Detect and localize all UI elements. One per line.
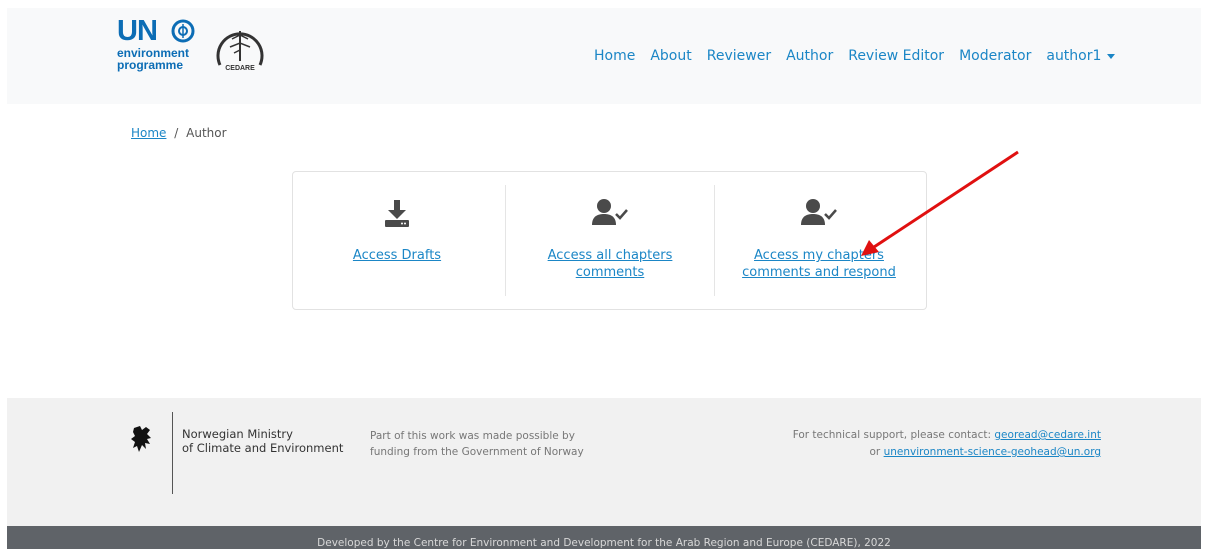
- unep-logo[interactable]: UN environment programme: [117, 16, 207, 76]
- annotation-arrow-icon: [861, 150, 1019, 256]
- funding-line2: funding from the Government of Norway: [370, 446, 584, 458]
- user-check-icon: [592, 199, 628, 225]
- nav-reviewer[interactable]: Reviewer: [707, 46, 771, 66]
- support-email-un-link[interactable]: unenvironment-science-geohead@un.org: [884, 446, 1101, 458]
- footer-divider: [172, 412, 173, 494]
- cedare-logo[interactable]: CEDARE: [214, 19, 266, 75]
- support-prefix: For technical support, please contact:: [792, 429, 992, 441]
- breadcrumb-home-link[interactable]: Home: [131, 126, 166, 140]
- access-all-comments-line2: comments: [575, 265, 645, 280]
- norwegian-ministry-label: Norwegian Ministry of Climate and Enviro…: [182, 427, 343, 455]
- nav-about[interactable]: About: [650, 46, 691, 66]
- unep-logo-text: UN: [117, 15, 158, 47]
- nav-home[interactable]: Home: [594, 46, 635, 66]
- ministry-line2: of Climate and Environment: [182, 441, 344, 455]
- user-menu-dropdown[interactable]: author1: [1046, 46, 1116, 66]
- nav-review-editor[interactable]: Review Editor: [848, 46, 944, 66]
- main-nav: Home About Reviewer Author Review Editor…: [594, 46, 1116, 66]
- ministry-line1: Norwegian Ministry: [182, 427, 293, 441]
- access-drafts-link[interactable]: Access Drafts: [293, 247, 501, 264]
- chevron-down-icon: [1107, 53, 1116, 59]
- credit-text: Developed by the Centre for Environment …: [317, 537, 891, 549]
- breadcrumb-separator: /: [174, 126, 179, 140]
- funding-note: Part of this work was made possible by f…: [370, 428, 584, 460]
- user-menu-label: author1: [1046, 48, 1102, 64]
- access-drafts-tile[interactable]: Access Drafts: [293, 185, 501, 296]
- breadcrumb: Home / Author: [131, 126, 227, 140]
- access-all-comments-tile[interactable]: Access all chapters comments: [505, 185, 714, 296]
- access-my-comments-line2: comments and respond: [742, 265, 896, 280]
- breadcrumb-current: Author: [186, 126, 227, 140]
- support-or: or: [869, 446, 881, 458]
- user-check-icon: [801, 199, 837, 225]
- access-drafts-line1: Access Drafts: [352, 248, 442, 263]
- cedare-logo-text: CEDARE: [225, 65, 255, 72]
- un-emblem-icon: [171, 19, 195, 43]
- author-actions-card: Access Drafts Access all chapters commen…: [292, 171, 927, 310]
- support-email-cedare-link[interactable]: georead@cedare.int: [994, 429, 1101, 441]
- unep-logo-line2: programme: [117, 58, 184, 72]
- funding-line1: Part of this work was made possible by: [370, 430, 575, 442]
- technical-support-contact: For technical support, please contact: g…: [793, 427, 1101, 461]
- footer: [7, 398, 1201, 526]
- norway-lion-emblem-icon: [131, 426, 151, 452]
- nav-author[interactable]: Author: [786, 46, 833, 66]
- nav-moderator[interactable]: Moderator: [959, 46, 1031, 66]
- credit-bar: Developed by the Centre for Environment …: [7, 526, 1201, 549]
- download-icon: [385, 200, 409, 227]
- access-all-comments-line1: Access all chapters: [547, 248, 673, 263]
- access-all-comments-link[interactable]: Access all chapters comments: [506, 247, 714, 281]
